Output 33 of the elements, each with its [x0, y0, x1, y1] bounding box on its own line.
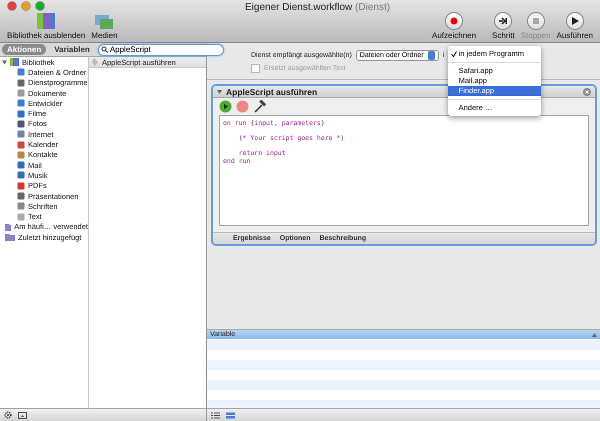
stop-icon[interactable] [236, 100, 249, 113]
gear-icon[interactable] [4, 411, 12, 419]
record-icon [445, 12, 464, 30]
disclosure-icon[interactable] [217, 90, 222, 94]
stop-icon [526, 12, 545, 30]
run-icon[interactable] [219, 100, 232, 113]
toolbar-button[interactable]: Ausführen [554, 12, 596, 40]
checkmark-icon [450, 50, 457, 56]
media-icon [94, 12, 114, 30]
play-icon [566, 12, 584, 30]
step-icon [494, 12, 512, 30]
minimize-button[interactable] [21, 1, 31, 11]
tab[interactable]: Variablen [49, 44, 95, 55]
close-button[interactable] [7, 1, 17, 11]
toolbar-button[interactable]: Medien [88, 12, 121, 40]
action-title: AppleScript ausführen [226, 86, 318, 96]
search-icon [100, 46, 108, 53]
list-view-icon[interactable] [211, 412, 220, 418]
panel-icon[interactable] [18, 412, 27, 418]
search-field[interactable]: AppleScript [98, 44, 224, 56]
column-view-icon[interactable] [226, 412, 235, 418]
toolbar-button[interactable]: Bibliothek ausblenden [4, 12, 88, 40]
disclosure-icon[interactable] [2, 60, 7, 65]
close-icon[interactable] [583, 88, 591, 96]
toolbar-button[interactable]: Schritt [489, 12, 518, 40]
books-icon [36, 12, 56, 30]
toolbar-button[interactable]: Aufzeichnen [429, 12, 480, 40]
hammer-icon[interactable] [253, 100, 266, 113]
books-icon [10, 58, 19, 66]
script-icon [92, 58, 99, 66]
zoom-button[interactable] [35, 1, 45, 11]
window-title: Eigener Dienst.workflow (Dienst) [245, 2, 390, 13]
sort-icon[interactable] [592, 332, 597, 336]
